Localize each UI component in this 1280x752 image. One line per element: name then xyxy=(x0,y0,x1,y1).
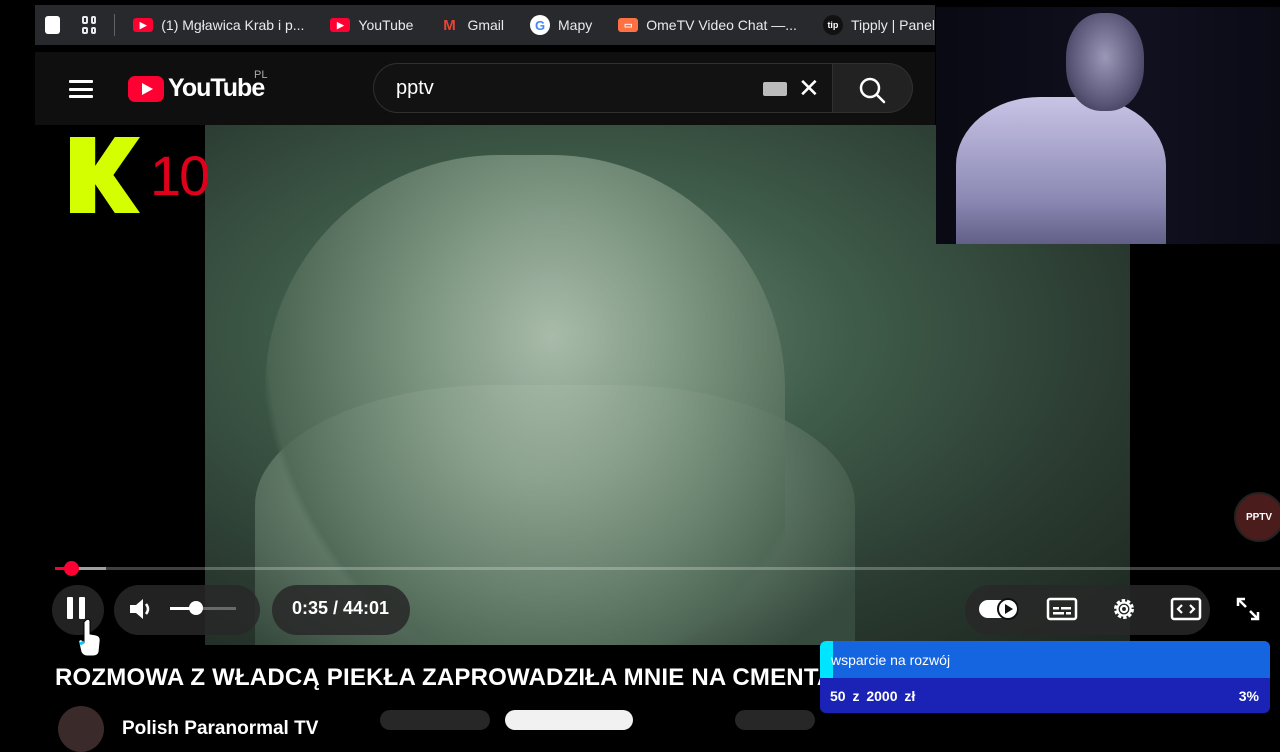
keyboard-icon[interactable] xyxy=(763,82,787,96)
bookmark-item[interactable]: tip Tipply | Panel xyxy=(822,15,935,35)
apps-grid-icon[interactable] xyxy=(81,16,97,34)
search-box: ✕ xyxy=(373,63,833,113)
search-icon xyxy=(859,77,886,104)
channel-watermark[interactable]: PPTV xyxy=(1234,492,1280,542)
action-chip[interactable] xyxy=(735,710,815,730)
channel-name[interactable]: Polish Paranormal TV xyxy=(122,718,318,740)
bookmarks-divider xyxy=(114,14,116,36)
k10-logo: 10 xyxy=(70,137,210,213)
gmail-icon: M xyxy=(443,16,456,34)
bookmark-item[interactable]: ▭ OmeTV Video Chat —... xyxy=(618,17,797,33)
donation-goal-widget: wsparcie na rozwój 50 z 2000 zł 3% xyxy=(820,641,1270,713)
theater-mode-icon[interactable] xyxy=(1170,596,1202,622)
youtube-play-icon xyxy=(128,75,164,102)
goal-percent: 3% xyxy=(1238,688,1259,704)
volume-slider[interactable] xyxy=(170,601,236,615)
bookmark-item[interactable]: ▶ (1) Mgławica Krab i p... xyxy=(133,17,304,33)
video-title: ROZMOWA Z WŁADCĄ PIEKŁA ZAPROWADZIŁA MNI… xyxy=(55,664,888,691)
channel-avatar[interactable] xyxy=(58,706,104,752)
search-input[interactable] xyxy=(394,76,738,101)
action-chip[interactable] xyxy=(380,710,490,730)
ometv-icon: ▭ xyxy=(618,18,639,32)
subscribe-chip[interactable] xyxy=(505,710,633,730)
youtube-icon: ▶ xyxy=(133,18,154,32)
webcam-overlay xyxy=(936,7,1280,244)
webcam-person-head xyxy=(1066,13,1144,111)
maps-icon: G xyxy=(530,15,550,35)
pause-button[interactable] xyxy=(67,597,85,619)
progress-scrubber[interactable] xyxy=(64,561,80,576)
tipply-icon: tip xyxy=(822,15,843,35)
youtube-header: YouTube PL ✕ xyxy=(35,52,935,125)
bookmarks-bar: ▶ (1) Mgławica Krab i p... ▶ YouTube M G… xyxy=(35,5,935,45)
search-button[interactable] xyxy=(833,63,913,113)
subtitles-icon[interactable] xyxy=(1046,596,1078,622)
bookmark-item[interactable]: G Mapy xyxy=(530,15,592,35)
volume-icon[interactable] xyxy=(128,596,156,622)
time-display: 0:35 / 44:01 xyxy=(292,598,390,618)
country-code: PL xyxy=(254,69,268,81)
progress-bar[interactable] xyxy=(55,561,1280,576)
goal-title: wsparcie na rozwój xyxy=(831,652,951,668)
app-icon[interactable] xyxy=(45,16,60,34)
youtube-icon: ▶ xyxy=(330,18,351,32)
goal-amount: 50 z 2000 zł xyxy=(830,688,916,704)
menu-icon[interactable] xyxy=(69,80,93,98)
settings-gear-icon[interactable] xyxy=(1109,596,1139,622)
webcam-person-body xyxy=(956,97,1166,244)
youtube-logo[interactable]: YouTube xyxy=(128,74,265,103)
k-logo-letter xyxy=(70,137,140,213)
bookmark-item[interactable]: ▶ YouTube xyxy=(330,17,413,33)
video-subject-head xyxy=(265,155,785,645)
clear-search-icon[interactable]: ✕ xyxy=(798,75,820,101)
autoplay-toggle-icon[interactable] xyxy=(978,596,1020,622)
fullscreen-icon[interactable] xyxy=(1235,596,1261,622)
channel-row: Polish Paranormal TV xyxy=(58,706,318,752)
bookmark-item[interactable]: M Gmail xyxy=(439,16,504,34)
hand-cursor-icon xyxy=(78,618,101,657)
